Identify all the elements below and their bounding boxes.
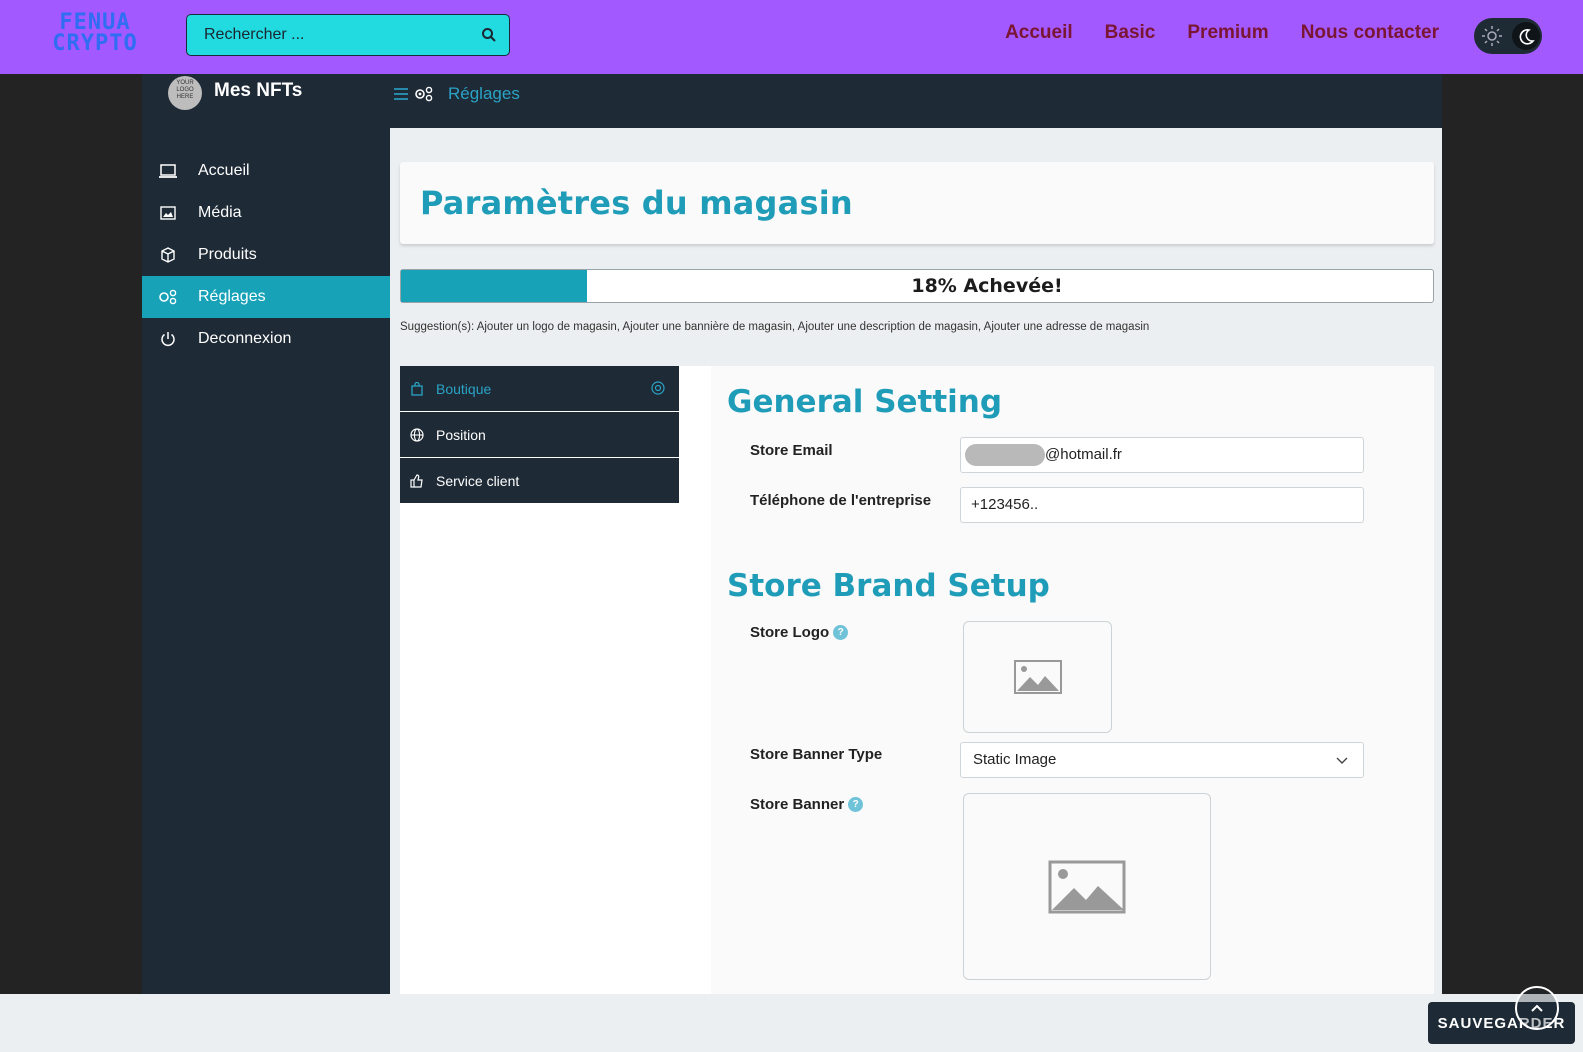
bottom-action-bar	[0, 994, 1583, 1052]
tab-label: Service client	[436, 472, 520, 489]
sidebar-item-label: Deconnexion	[198, 330, 292, 347]
content-header: Réglages	[390, 74, 1442, 128]
avatar[interactable]: YOUR LOGO HERE	[168, 76, 202, 110]
brand-line-2: CRYPTO	[52, 31, 138, 56]
tab-label: Boutique	[436, 380, 492, 397]
brand-line-1: FENUA	[59, 10, 131, 35]
help-icon[interactable]: ?	[833, 625, 849, 640]
nav-accueil[interactable]: Accueil	[1005, 22, 1073, 44]
store-logo-label: Store Logo ?	[750, 624, 849, 641]
image-placeholder-icon	[1048, 860, 1126, 913]
shopping-bag-icon	[410, 381, 424, 396]
settings-form: General Setting Store Email @hotmail.fr …	[711, 366, 1434, 994]
nav-basic[interactable]: Basic	[1105, 22, 1156, 44]
banner-type-select[interactable]: Static Image	[960, 742, 1364, 778]
image-placeholder-icon	[1013, 660, 1062, 694]
tab-service-client[interactable]: Service client	[400, 458, 679, 503]
brand-setup-title: Store Brand Setup	[727, 568, 1050, 604]
phone-input[interactable]: +123456..	[960, 487, 1364, 523]
sidebar-item-accueil[interactable]: Accueil	[142, 150, 390, 192]
settings-panel: Boutique Position Service client General…	[400, 366, 1434, 994]
redacted-email-prefix	[965, 444, 1045, 467]
scroll-to-top-button[interactable]	[1515, 986, 1559, 1030]
sidebar-item-reglages[interactable]: Réglages	[142, 276, 390, 318]
store-banner-label-text: Store Banner	[750, 796, 845, 813]
settings-circle-icon	[651, 381, 665, 395]
sidebar-item-label: Média	[198, 204, 242, 221]
help-icon[interactable]: ?	[848, 797, 864, 812]
theme-toggle[interactable]	[1474, 18, 1542, 54]
brand-logo[interactable]: FENUA CRYPTO	[40, 12, 150, 58]
breadcrumb-current[interactable]: Réglages	[448, 84, 520, 104]
thumbs-up-icon	[410, 473, 424, 488]
gears-icon	[415, 86, 433, 102]
search-input[interactable]	[187, 15, 467, 55]
sidebar-item-produits[interactable]: Produits	[142, 234, 390, 276]
suggestion-text: Suggestion(s): Ajouter un logo de magasi…	[400, 321, 1150, 333]
image-icon	[158, 203, 178, 223]
store-email-label: Store Email	[750, 442, 833, 459]
page-title-card: Paramètres du magasin	[400, 162, 1434, 244]
progress-label: 18% Achevée!	[911, 275, 1063, 297]
banner-type-value: Static Image	[973, 751, 1057, 768]
chevron-up-icon	[1531, 1004, 1543, 1012]
sidebar-title: Mes NFTs	[214, 80, 303, 101]
search-box	[186, 14, 510, 56]
main-nav: Accueil Basic Premium Nous contacter	[1005, 22, 1439, 44]
menu-icon[interactable]	[394, 87, 408, 101]
chevron-down-icon	[1336, 757, 1348, 764]
store-banner-upload[interactable]	[963, 793, 1211, 980]
nav-nous-contacter[interactable]: Nous contacter	[1301, 22, 1439, 44]
general-setting-title: General Setting	[727, 384, 1003, 420]
sun-icon[interactable]	[1481, 25, 1503, 47]
sidebar-item-label: Accueil	[198, 162, 250, 179]
moon-icon[interactable]	[1512, 22, 1540, 50]
globe-icon	[410, 427, 424, 442]
tab-position[interactable]: Position	[400, 412, 679, 457]
store-logo-upload[interactable]	[963, 621, 1112, 733]
top-navbar: FENUA CRYPTO Accueil Basic Premium Nous …	[0, 0, 1583, 74]
store-email-input[interactable]: @hotmail.fr	[960, 437, 1364, 473]
laptop-icon	[158, 161, 178, 181]
sidebar-item-label: Réglages	[198, 288, 266, 305]
page-title: Paramètres du magasin	[420, 184, 853, 222]
nav-premium[interactable]: Premium	[1187, 22, 1268, 44]
store-logo-label-text: Store Logo	[750, 624, 830, 641]
sidebar-item-media[interactable]: Média	[142, 192, 390, 234]
store-banner-label: Store Banner ?	[750, 796, 864, 813]
progress-bar: 18% Achevée!	[400, 269, 1434, 303]
sidebar-item-label: Produits	[198, 246, 257, 263]
store-email-value: @hotmail.fr	[1045, 446, 1122, 463]
sidebar-header: YOUR LOGO HERE Mes NFTs	[142, 74, 390, 128]
gears-icon	[158, 287, 178, 307]
box-icon	[158, 245, 178, 265]
phone-label: Téléphone de l'entreprise	[750, 492, 932, 509]
tab-boutique[interactable]: Boutique	[400, 366, 679, 411]
power-icon	[158, 329, 178, 349]
breadcrumb: Réglages	[394, 84, 520, 104]
banner-type-label: Store Banner Type	[750, 746, 883, 763]
tab-label: Position	[436, 426, 486, 443]
search-icon[interactable]	[481, 27, 497, 43]
sidebar-item-deconnexion[interactable]: Deconnexion	[142, 318, 390, 360]
sidebar: Accueil Média Produits Réglages Deconnex…	[142, 128, 390, 994]
